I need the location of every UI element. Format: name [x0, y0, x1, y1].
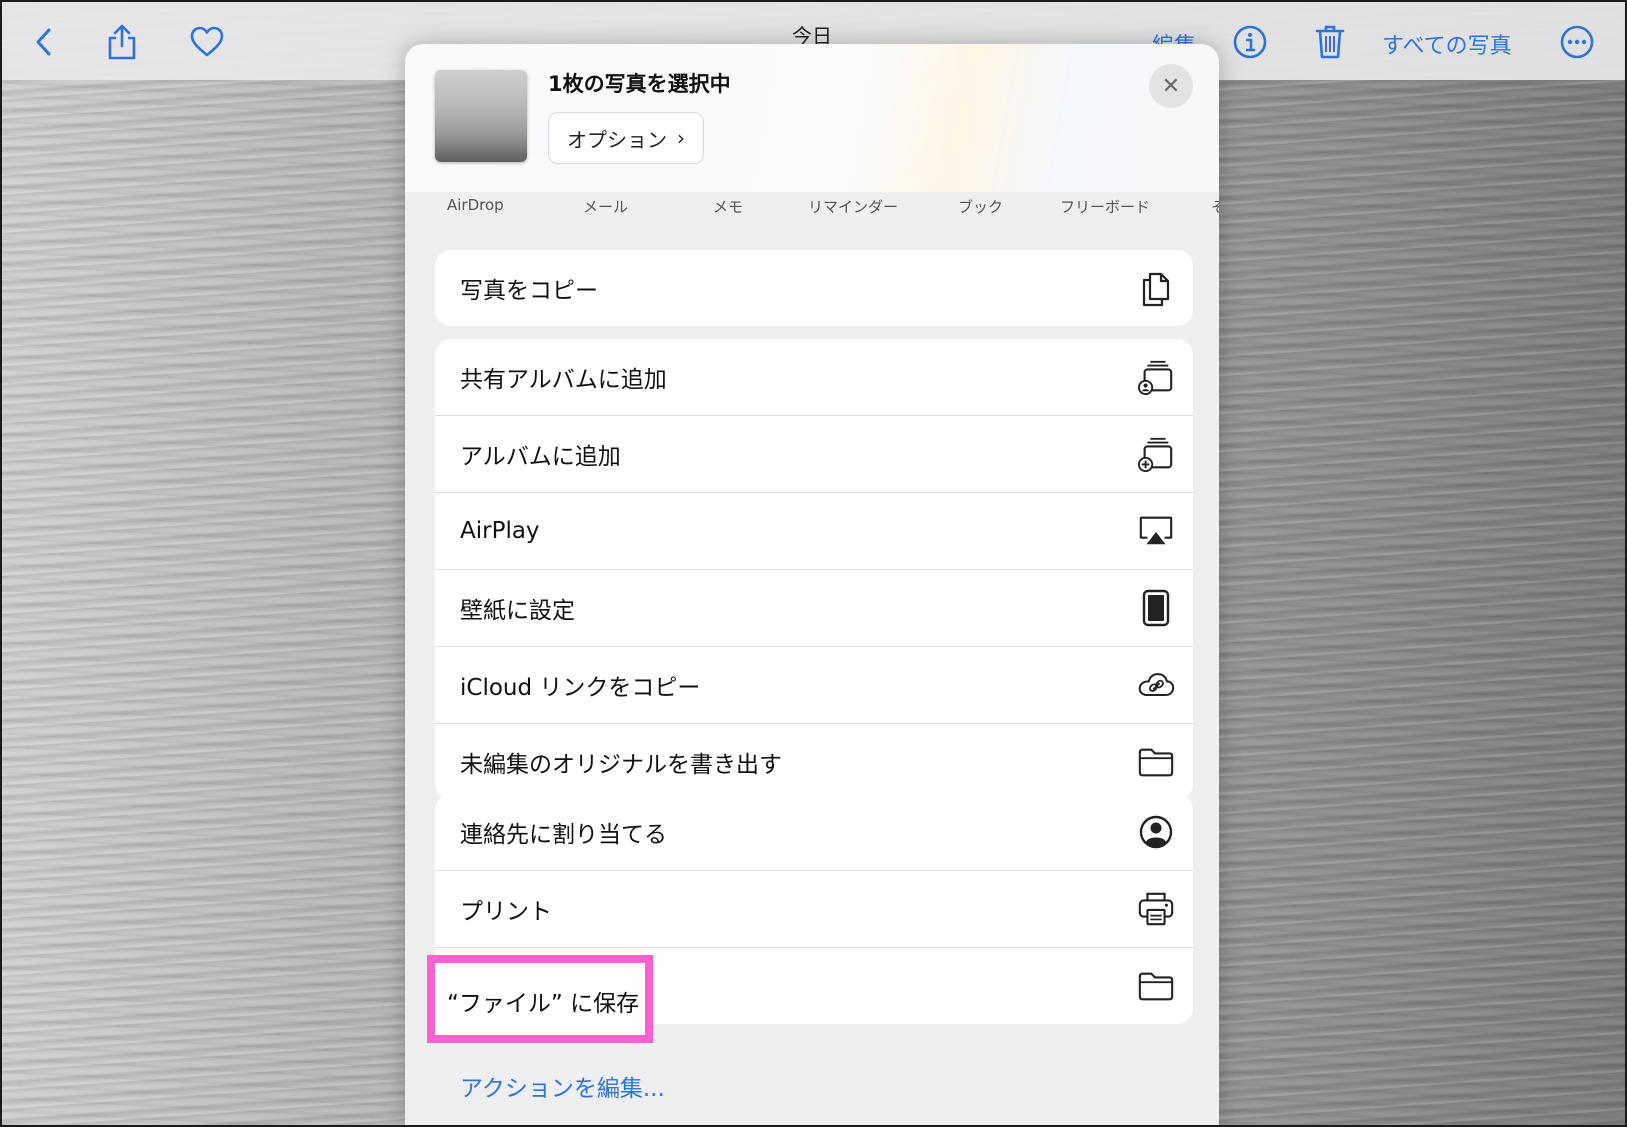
folder-icon — [1137, 967, 1175, 1005]
heart-icon[interactable] — [187, 22, 227, 62]
app-mail[interactable]: メール — [583, 196, 628, 217]
options-button[interactable]: オプション › — [548, 112, 704, 164]
more-icon[interactable] — [1557, 22, 1597, 62]
action-set-wallpaper[interactable]: 壁紙に設定 — [435, 570, 1193, 647]
action-assign-contact[interactable]: 連絡先に割り当てる — [435, 794, 1193, 871]
close-icon: ✕ — [1161, 73, 1181, 99]
trash-icon[interactable] — [1310, 22, 1350, 62]
photo-thumbnail — [435, 70, 527, 162]
shared-album-icon — [1137, 358, 1175, 396]
screen-frame: 今日 編集 すべての写真 1枚の写真を選択中 オプション › ✕ AirDrop — [0, 0, 1627, 1127]
action-export-original[interactable]: 未編集のオリジナルを書き出す — [435, 724, 1193, 800]
action-airplay[interactable]: AirPlay — [435, 493, 1193, 570]
app-notes[interactable]: メモ — [713, 196, 743, 217]
action-label: 共有アルバムに追加 — [460, 367, 667, 393]
edit-actions-link[interactable]: アクションを編集... — [460, 1069, 665, 1103]
cloud-link-icon — [1137, 666, 1175, 704]
airplay-icon — [1137, 512, 1175, 550]
action-label: 連絡先に割り当てる — [460, 822, 667, 848]
action-label: AirPlay — [460, 518, 540, 544]
info-icon[interactable] — [1230, 22, 1270, 62]
back-icon[interactable] — [24, 22, 64, 62]
action-label: 壁紙に設定 — [460, 598, 575, 624]
contact-icon — [1137, 813, 1175, 851]
action-group-album: 共有アルバムに追加 アルバムに追加 AirPlay 壁紙に設定 iCloud リ… — [435, 339, 1193, 800]
action-copy-photo[interactable]: 写真をコピー — [435, 250, 1193, 326]
app-airdrop[interactable]: AirDrop — [447, 196, 504, 214]
copy-icon — [1137, 269, 1175, 307]
chevron-right-icon: › — [677, 126, 685, 150]
printer-icon — [1137, 890, 1175, 928]
app-more[interactable]: そ — [1211, 196, 1219, 217]
share-icon[interactable] — [102, 22, 142, 62]
action-copy-icloud-link[interactable]: iCloud リンクをコピー — [435, 647, 1193, 724]
folder-icon — [1137, 743, 1175, 781]
app-books[interactable]: ブック — [958, 196, 1003, 217]
action-label: 写真をコピー — [460, 278, 598, 304]
app-freeform[interactable]: フリーボード — [1060, 196, 1150, 217]
app-reminders[interactable]: リマインダー — [808, 196, 898, 217]
action-add-shared-album[interactable]: 共有アルバムに追加 — [435, 339, 1193, 416]
selection-title: 1枚の写真を選択中 — [548, 72, 731, 96]
all-photos-button[interactable]: すべての写真 — [1382, 28, 1512, 60]
save-to-files-label[interactable]: “ファイル” に保存 — [447, 984, 639, 1018]
action-print[interactable]: プリント — [435, 871, 1193, 948]
action-label: iCloud リンクをコピー — [460, 675, 701, 701]
close-button[interactable]: ✕ — [1149, 64, 1193, 108]
action-label: アルバムに追加 — [460, 444, 621, 470]
ipad-icon — [1137, 589, 1175, 627]
options-label: オプション — [567, 127, 667, 152]
action-label: 未編集のオリジナルを書き出す — [460, 752, 782, 778]
add-album-icon — [1137, 435, 1175, 473]
share-sheet-header: 1枚の写真を選択中 オプション › ✕ — [405, 44, 1219, 192]
app-share-row: AirDrop メール メモ リマインダー ブック フリーボード そ — [405, 192, 1219, 232]
action-label: プリント — [460, 899, 552, 925]
action-group-copy: 写真をコピー — [435, 250, 1193, 326]
action-add-album[interactable]: アルバムに追加 — [435, 416, 1193, 493]
